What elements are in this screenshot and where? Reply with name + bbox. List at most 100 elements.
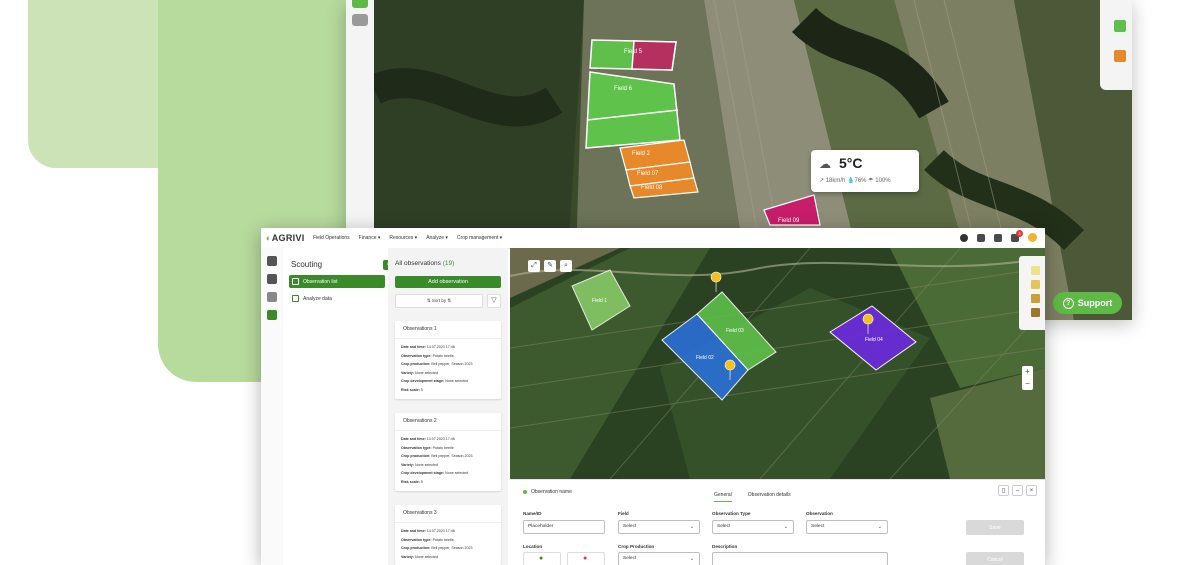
weather-temperature: 5°C	[839, 155, 863, 171]
card-body: Date and time: 14.07.2023 17:46 Observat…	[401, 437, 473, 484]
minimize-icon[interactable]: –	[1012, 485, 1023, 496]
delete-icon[interactable]: ▯	[998, 485, 1009, 496]
panel-window-buttons: ▯ – ×	[998, 485, 1037, 496]
tab-general[interactable]: General	[714, 492, 732, 502]
top-icons: 3	[960, 229, 1037, 242]
location-label: Location	[523, 544, 543, 549]
agrivi-logo[interactable]: ◐AGRIVI	[266, 233, 305, 243]
cancel-button[interactable]: Cancel	[966, 552, 1024, 565]
tab-observation-details[interactable]: Observation details	[748, 492, 791, 502]
database-icon[interactable]	[267, 256, 277, 266]
sidebar-item-label: Analyze data	[303, 295, 332, 302]
observations-title: All observations (19)	[395, 260, 455, 267]
satellite-map[interactable]: Field 1 Field 02 Field 03 Field 04 ⤢ ✎ ⌕…	[510, 248, 1045, 479]
draw-icon[interactable]: ⤢	[528, 260, 540, 272]
observation-label: Observation	[806, 511, 833, 516]
map-field-label: Field 1	[592, 298, 607, 304]
sidebar-item-analyze-data[interactable]: Analyze data	[289, 292, 385, 305]
bell-icon[interactable]	[994, 233, 1002, 242]
help-icon: ?	[1062, 297, 1074, 309]
observations-panel: All observations (19) Add observation ⇅ …	[388, 248, 508, 565]
scouting-sidebar: Scouting ‹ Observation list Analyze data	[283, 248, 393, 565]
save-button[interactable]: Save	[966, 520, 1024, 535]
legend-swatch	[1114, 50, 1126, 62]
filter-icon[interactable]: ▽	[487, 294, 501, 308]
add-observation-button[interactable]: Add observation	[395, 276, 501, 288]
bg-field-label: Field 2	[632, 151, 651, 157]
status-dot-icon	[523, 490, 527, 494]
observation-card[interactable]: Observations 1 Date and time: 14.07.2023…	[395, 321, 501, 399]
scouting-title: Scouting	[291, 260, 323, 269]
map-canvas[interactable]: Field 1 Field 02 Field 03 Field 04	[510, 248, 1045, 479]
nav-finance[interactable]: Finance ▾	[359, 235, 381, 241]
background-legend-panel	[1100, 0, 1132, 90]
weather-widget: ☁ 5°C ↗ 18km/h 💧76% ☂ 100%	[811, 150, 919, 192]
bg-field-label: Field 08	[641, 185, 663, 191]
observations-count: (19)	[442, 260, 455, 267]
support-label: Support	[1077, 298, 1113, 308]
location-button[interactable]: ●	[523, 552, 561, 565]
name-label: Name/ID	[523, 511, 542, 516]
observation-card[interactable]: Observations 3 Date and time: 14.07.2023…	[395, 505, 501, 565]
scouting-icon[interactable]	[267, 310, 277, 320]
field-select[interactable]: Select ⌄	[618, 520, 700, 534]
nav-analyze[interactable]: Analyze ▾	[426, 235, 448, 241]
bg-field-label: Field 5	[624, 49, 643, 55]
notifications-icon[interactable]: 3	[1011, 229, 1023, 242]
observation-type-label: Observation Type	[712, 511, 751, 516]
zoom-controls: + −	[1022, 366, 1033, 390]
legend-swatch	[1031, 266, 1040, 275]
front-app-screenshot: ◐AGRIVI Field Operations Finance ▾ Resou…	[261, 228, 1045, 565]
crop-production-select[interactable]: Select ⌄	[618, 552, 700, 565]
support-button[interactable]: ? Support	[1053, 292, 1122, 314]
module-icon-column	[261, 248, 284, 565]
bg-field-label: Field 07	[637, 171, 659, 177]
chevron-down-icon: ⌄	[783, 524, 788, 530]
description-label: Description	[712, 544, 738, 549]
sort-by-button[interactable]: ⇅ Sort by ⇅	[395, 294, 483, 308]
observation-card[interactable]: Observations 2 Date and time: 14.07.2023…	[395, 413, 501, 491]
bg-field-label: Field 09	[778, 218, 800, 224]
detail-tabs: General Observation details	[714, 492, 791, 502]
layers-icon	[352, 0, 368, 8]
card-title: Observations 1	[395, 321, 501, 339]
wind-icon[interactable]	[267, 292, 277, 302]
filter-icon[interactable]	[267, 274, 277, 284]
map-field-label: Field 02	[696, 355, 714, 361]
calendar-icon[interactable]	[977, 233, 985, 242]
name-input[interactable]: Placeholder	[523, 520, 605, 534]
top-navigation-bar: ◐AGRIVI Field Operations Finance ▾ Resou…	[261, 228, 1045, 249]
legend-swatch	[1031, 308, 1040, 317]
location-pick-button[interactable]: ●	[567, 552, 605, 565]
nav-resources[interactable]: Resources ▾	[389, 235, 417, 241]
observation-detail-panel: Observation name General Observation det…	[510, 479, 1045, 565]
card-body: Date and time: 14.07.2023 17:46 Observat…	[401, 345, 473, 392]
help-icon[interactable]	[960, 233, 968, 242]
card-title: Observations 3	[395, 505, 501, 523]
zoom-out-button[interactable]: −	[1022, 378, 1033, 390]
zoom-in-button[interactable]: +	[1022, 366, 1033, 378]
legend-swatch	[1114, 20, 1126, 32]
observation-select[interactable]: Select ⌄	[806, 520, 888, 534]
field-label: Field	[618, 511, 629, 516]
nav-crop-management[interactable]: Crop management ▾	[457, 235, 502, 241]
sidebar-item-observation-list[interactable]: Observation list	[289, 275, 385, 288]
map-toolbar: ⤢ ✎ ⌕	[528, 260, 572, 272]
edit-icon[interactable]: ✎	[544, 260, 556, 272]
map-legend-panel	[1019, 256, 1045, 330]
chevron-down-icon: ⌄	[877, 524, 882, 530]
crop-production-label: Crop Production	[618, 544, 655, 549]
observation-type-select[interactable]: Select ⌄	[712, 520, 794, 534]
description-input[interactable]	[712, 552, 888, 565]
weather-stats: ↗ 18km/h 💧76% ☂ 100%	[819, 178, 891, 184]
avatar[interactable]	[1028, 233, 1037, 242]
search-icon[interactable]: ⌕	[560, 260, 572, 272]
nav-field-operations[interactable]: Field Operations	[313, 235, 350, 241]
detail-title: Observation name	[523, 489, 572, 495]
list-icon	[292, 278, 299, 285]
chart-icon	[292, 295, 299, 302]
location-pin-icon: ●	[539, 555, 544, 562]
main-nav: Field Operations Finance ▾ Resources ▾ A…	[313, 235, 502, 241]
map-marker-icon: ●	[583, 555, 588, 562]
close-icon[interactable]: ×	[1026, 485, 1037, 496]
